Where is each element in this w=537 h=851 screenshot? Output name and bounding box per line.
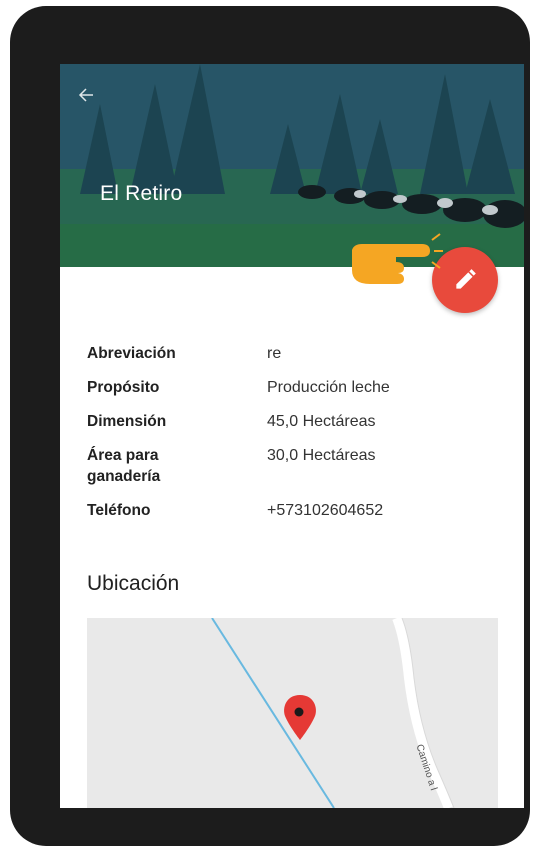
pointing-hand-icon [352, 233, 443, 284]
device-frame: El Retiro Abreviación re Propósito Produ… [10, 6, 530, 846]
back-button[interactable] [78, 82, 106, 110]
pasture-scene [60, 64, 524, 267]
detail-label: Abreviación [87, 345, 176, 362]
pencil-icon [456, 269, 476, 289]
detail-label: Propósito [87, 379, 160, 396]
arrow-left-icon [78, 88, 93, 102]
location-title: Ubicación [87, 572, 180, 595]
detail-value: Producción leche [267, 379, 390, 396]
header-image: El Retiro [60, 64, 524, 267]
detail-row: Teléfono +573102604652 [87, 500, 507, 521]
detail-row: Abreviación re [87, 343, 507, 364]
detail-row: Propósito Producción leche [87, 377, 507, 398]
detail-label: Área para ganadería [87, 447, 161, 485]
detail-value: 30,0 Hectáreas [267, 447, 376, 464]
farm-details: Abreviación re Propósito Producción lech… [87, 343, 507, 534]
farm-title: El Retiro [100, 182, 183, 205]
detail-row: Dimensión 45,0 Hectáreas [87, 411, 507, 432]
detail-row: Área para ganadería 30,0 Hectáreas [87, 445, 507, 487]
detail-value[interactable]: +573102604652 [267, 500, 383, 521]
detail-label: Dimensión [87, 413, 167, 430]
detail-value: 45,0 Hectáreas [267, 413, 376, 430]
detail-label: Teléfono [87, 502, 151, 519]
detail-value: re [267, 345, 282, 362]
location-map[interactable]: Camino a l [87, 618, 498, 808]
map-canvas [87, 618, 498, 808]
app-screen: El Retiro Abreviación re Propósito Produ… [60, 64, 524, 808]
